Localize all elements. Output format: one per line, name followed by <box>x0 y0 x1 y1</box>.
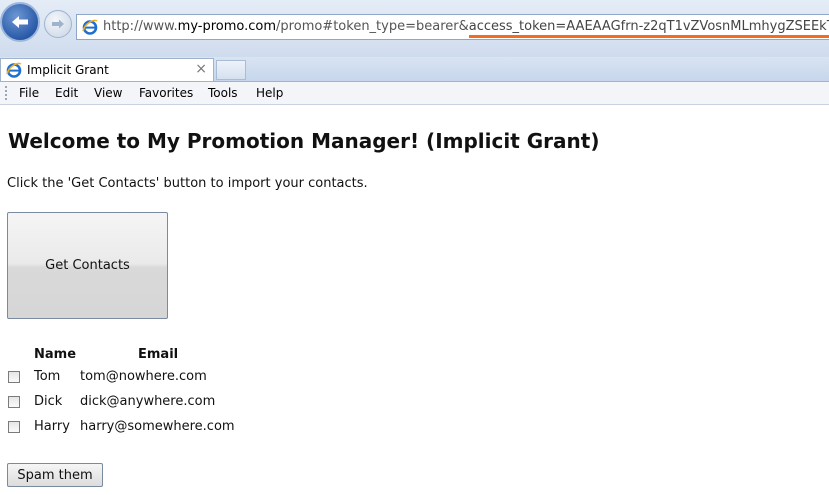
new-tab-button[interactable] <box>216 60 246 80</box>
row-checkbox-cell <box>8 389 34 414</box>
menu-favorites[interactable]: Favorites <box>139 86 193 101</box>
forward-button[interactable] <box>44 10 72 38</box>
url-path: /promo#token_type=bearer& <box>276 19 469 34</box>
page-title: Welcome to My Promotion Manager! (Implic… <box>8 129 600 153</box>
url-access-token: access_token=AAEAAGfrn-z2qT1vZVosnMLmhyg… <box>468 19 829 38</box>
menu-help[interactable]: Help <box>256 86 283 101</box>
checkbox-header <box>8 344 34 364</box>
menu-bar: File Edit View Favorites Tools Help <box>0 82 829 105</box>
close-tab-icon[interactable]: × <box>195 61 207 77</box>
contact-name: Harry <box>34 419 70 434</box>
contact-checkbox[interactable] <box>8 395 20 408</box>
intro-text: Click the 'Get Contacts' button to impor… <box>7 176 368 191</box>
contact-email: harry@somewhere.com <box>80 419 235 434</box>
contact-name: Tom <box>34 369 61 384</box>
url-prefix: http://www. <box>103 19 178 34</box>
contact-checkbox[interactable] <box>8 370 20 383</box>
spam-them-button[interactable]: Spam them <box>7 463 103 487</box>
forward-arrow-icon <box>52 19 64 29</box>
back-arrow-icon <box>12 16 28 28</box>
contact-email: tom@nowhere.com <box>80 369 207 384</box>
table-row: Tom tom@nowhere.com <box>8 364 235 389</box>
contact-checkbox[interactable] <box>8 420 20 433</box>
email-header-label: Email <box>138 346 179 362</box>
table-row: Harry harry@somewhere.com <box>8 414 235 439</box>
ie-logo-icon <box>6 62 22 78</box>
table-header-row: Name Email <box>8 344 235 364</box>
browser-toolbar: http://www.my-promo.com/promo#token_type… <box>0 0 829 57</box>
row-checkbox-cell <box>8 364 34 389</box>
back-button[interactable] <box>0 2 40 42</box>
name-header: Name <box>34 346 77 362</box>
table-row: Dick dick@anywhere.com <box>8 389 235 414</box>
address-bar[interactable]: http://www.my-promo.com/promo#token_type… <box>76 14 829 40</box>
url-host: my-promo.com <box>177 19 277 34</box>
toolbar-grip <box>5 86 9 100</box>
get-contacts-button[interactable]: Get Contacts <box>7 212 168 319</box>
contacts-table: Name Email Tom tom@nowhere.com Dick dick… <box>8 344 235 439</box>
menu-edit[interactable]: Edit <box>55 86 78 101</box>
spam-them-label: Spam them <box>17 467 93 483</box>
tab-strip: Implicit Grant × <box>0 57 829 82</box>
email-header: Email <box>80 344 235 364</box>
menu-tools[interactable]: Tools <box>208 86 238 101</box>
tab-implicit-grant[interactable]: Implicit Grant × <box>0 58 214 81</box>
menu-file[interactable]: File <box>19 86 39 101</box>
tab-title: Implicit Grant <box>27 63 109 77</box>
url-text: http://www.my-promo.com/promo#token_type… <box>103 19 829 38</box>
menu-view[interactable]: View <box>94 86 122 101</box>
get-contacts-label: Get Contacts <box>45 258 130 273</box>
row-checkbox-cell <box>8 414 34 439</box>
contact-email: dick@anywhere.com <box>80 394 216 409</box>
ie-logo-icon <box>82 19 98 35</box>
contact-name: Dick <box>34 394 63 409</box>
